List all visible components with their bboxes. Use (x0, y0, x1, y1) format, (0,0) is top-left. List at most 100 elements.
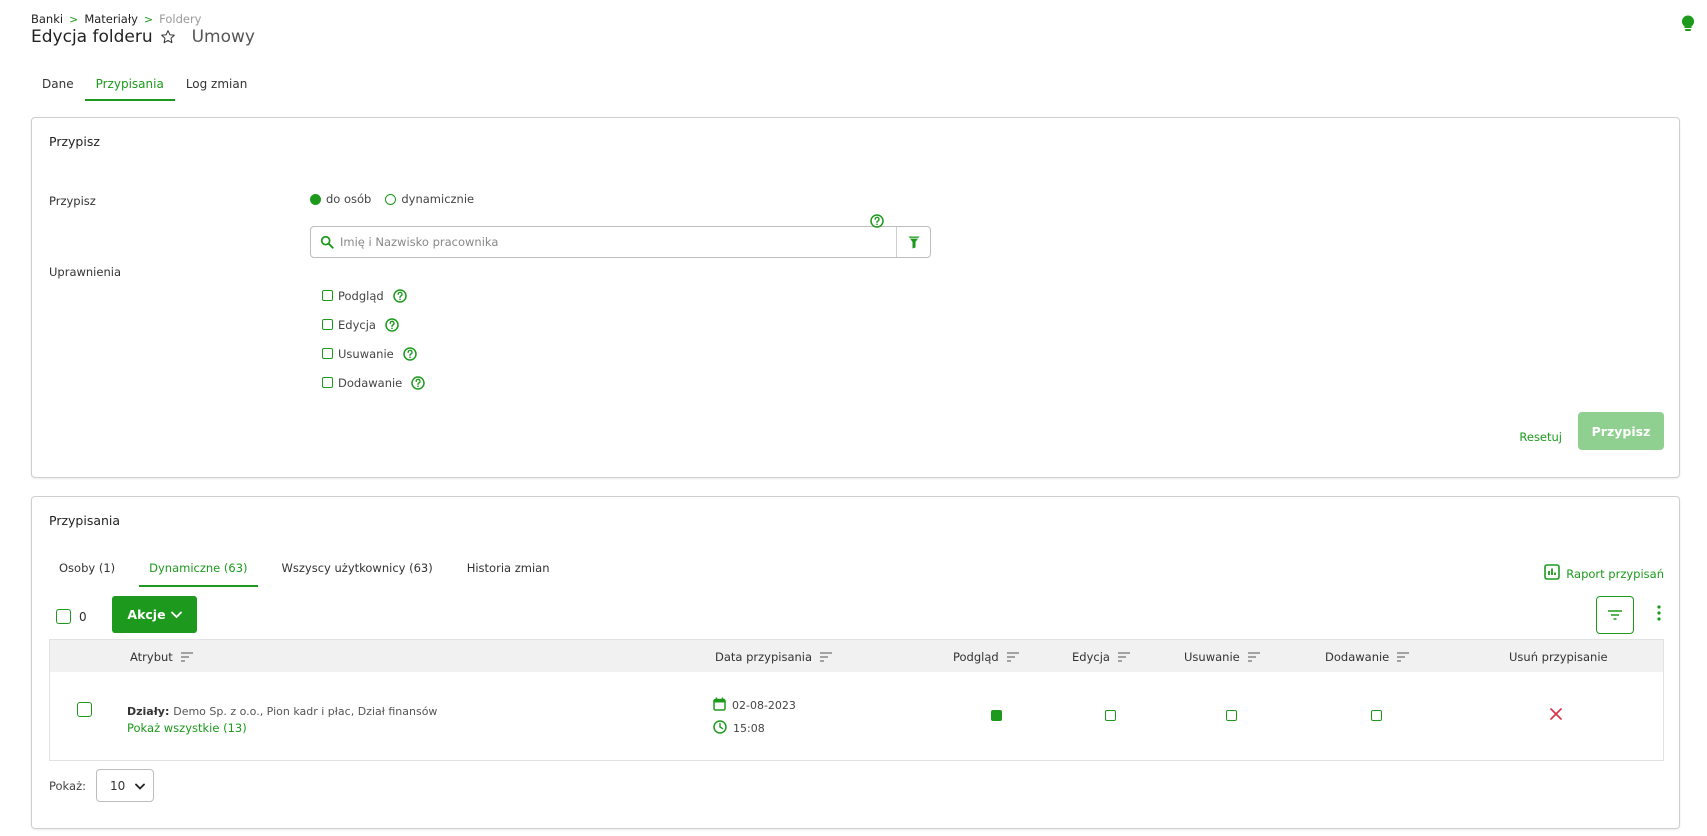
help-icon[interactable] (402, 346, 417, 361)
permission-usuwanie-checkbox[interactable] (322, 348, 333, 359)
tab-wszyscy-uzytkownicy[interactable]: Wszyscy użytkownicy (63) (272, 561, 443, 587)
sort-icon[interactable] (820, 652, 833, 662)
permission-edycja-checkbox[interactable] (322, 319, 333, 330)
per-page-select[interactable]: 10 (95, 769, 154, 802)
employee-search (310, 226, 931, 258)
chevron-down-icon (170, 607, 182, 622)
selected-count: 0 (79, 609, 87, 624)
column-dodawanie[interactable]: Dodawanie (1325, 650, 1410, 664)
radio-do-osob[interactable]: do osób (310, 192, 371, 206)
show-all-link[interactable]: Pokaż wszystkie (13) (127, 721, 437, 735)
column-usuwanie[interactable]: Usuwanie (1184, 650, 1260, 664)
tab-log-zmian[interactable]: Log zmian (175, 70, 259, 101)
permissions-label: Uprawnienia (49, 265, 121, 279)
star-icon[interactable] (160, 29, 176, 45)
search-icon (320, 235, 334, 249)
lightbulb-icon[interactable] (1681, 15, 1695, 36)
tab-dane[interactable]: Dane (31, 70, 85, 101)
permission-podglad: Podgląd (322, 281, 425, 310)
page-title: Edycja folderu (31, 27, 153, 47)
help-icon[interactable] (870, 214, 884, 228)
chevron-down-icon (135, 779, 145, 793)
sort-icon[interactable] (180, 652, 193, 662)
table-row: Działy: Demo Sp. z o.o., Pion kadr i pła… (50, 672, 1663, 760)
row-attribute: Działy: Demo Sp. z o.o., Pion kadr i pła… (127, 704, 437, 735)
row-edycja-checkbox[interactable] (1105, 710, 1116, 721)
column-atrybut[interactable]: Atrybut (130, 650, 193, 664)
employee-search-input[interactable] (340, 235, 896, 249)
permission-dodawanie: Dodawanie (322, 368, 425, 397)
permission-usuwanie-label: Usuwanie (338, 346, 394, 361)
permission-edycja-label: Edycja (338, 317, 376, 332)
assignments-tabs: Osoby (1) Dynamiczne (63) Wszyscy użytko… (49, 561, 574, 587)
radio-dynamicznie-label: dynamicznie (401, 192, 475, 206)
remove-assignment-icon[interactable] (1550, 708, 1562, 720)
tab-historia-zmian[interactable]: Historia zmian (457, 561, 560, 587)
breadcrumb-separator: > (143, 12, 154, 26)
sort-icon[interactable] (1397, 652, 1410, 662)
column-usuwanie-label: Usuwanie (1184, 650, 1240, 664)
assign-time: 15:08 (733, 722, 765, 735)
row-usuwanie-checkbox[interactable] (1226, 710, 1237, 721)
assign-submit-button[interactable]: Przypisz (1578, 412, 1664, 450)
attribute-key: Działy: (127, 705, 170, 718)
column-data-przypisania-label: Data przypisania (715, 650, 813, 664)
sort-icon[interactable] (1247, 652, 1260, 662)
sort-icon[interactable] (1117, 652, 1130, 662)
main-tabs: Dane Przypisania Log zmian (31, 70, 258, 101)
column-edycja-label: Edycja (1072, 650, 1110, 664)
per-page-label: Pokaż: (49, 778, 86, 793)
row-dodawanie-checkbox[interactable] (1371, 710, 1382, 721)
column-podglad[interactable]: Podgląd (953, 650, 1019, 664)
row-checkbox[interactable] (77, 702, 92, 717)
report-chart-icon (1544, 564, 1561, 583)
tab-przypisania[interactable]: Przypisania (84, 70, 175, 101)
row-podglad-checkbox[interactable] (991, 710, 1002, 721)
funnel-icon (908, 236, 919, 248)
clock-icon (713, 720, 727, 737)
radio-unselected-icon (385, 193, 397, 205)
breadcrumb-foldery: Foldery (159, 12, 202, 26)
row-assign-date: 02-08-2023 15:08 (713, 694, 796, 740)
breadcrumb: Banki > Materiały > Foldery (31, 12, 202, 26)
select-all-checkbox[interactable] (56, 609, 71, 624)
column-data-przypisania[interactable]: Data przypisania (715, 650, 833, 664)
report-link[interactable]: Raport przypisań (1544, 564, 1664, 583)
table-filter-button[interactable] (1596, 596, 1634, 634)
breadcrumb-banki[interactable]: Banki (31, 12, 63, 26)
search-filter-button[interactable] (896, 227, 930, 257)
column-usun-przypisanie: Usuń przypisanie (1509, 650, 1608, 664)
assign-card-title: Przypisz (49, 134, 100, 149)
assign-date: 02-08-2023 (732, 699, 796, 712)
assign-card: Przypisz Przypisz do osób dynamicznie Up… (31, 117, 1680, 478)
calendar-icon (713, 697, 726, 714)
breadcrumb-separator: > (69, 12, 79, 26)
column-dodawanie-label: Dodawanie (1325, 650, 1390, 664)
permission-usuwanie: Usuwanie (322, 339, 425, 368)
reset-button[interactable]: Resetuj (1519, 430, 1562, 444)
sort-icon[interactable] (1006, 652, 1019, 662)
assignments-card-title: Przypisania (49, 513, 121, 528)
help-icon[interactable] (385, 317, 399, 332)
attribute-value: Demo Sp. z o.o., Pion kadr i płac, Dział… (173, 705, 438, 718)
help-icon[interactable] (392, 288, 407, 303)
tab-osoby[interactable]: Osoby (1) (49, 561, 125, 587)
permission-dodawanie-checkbox[interactable] (322, 377, 333, 388)
breadcrumb-materialy[interactable]: Materiały (84, 12, 138, 26)
tab-dynamiczne[interactable]: Dynamiczne (63) (139, 561, 258, 587)
column-edycja[interactable]: Edycja (1072, 650, 1130, 664)
assignments-card: Przypisania Osoby (1) Dynamiczne (63) Ws… (31, 496, 1680, 829)
more-vertical-icon[interactable] (1657, 605, 1661, 621)
assignments-table: Atrybut Data przypisania Podgląd Edycja … (49, 639, 1664, 761)
radio-dynamicznie[interactable]: dynamicznie (385, 192, 474, 206)
table-header: Atrybut Data przypisania Podgląd Edycja … (50, 640, 1663, 672)
permission-podglad-label: Podgląd (338, 288, 384, 303)
actions-button-label: Akcje (127, 607, 166, 622)
column-usun-przypisanie-label: Usuń przypisanie (1509, 650, 1608, 664)
select-all: 0 (56, 609, 87, 624)
assign-mode-radio-group: do osób dynamicznie (310, 192, 474, 206)
actions-button[interactable]: Akcje (112, 596, 197, 633)
permission-podglad-checkbox[interactable] (322, 290, 333, 301)
help-icon[interactable] (411, 375, 425, 390)
filter-lines-icon (1608, 610, 1622, 620)
